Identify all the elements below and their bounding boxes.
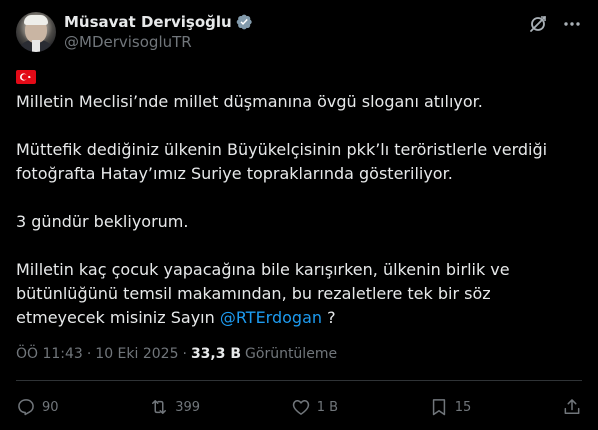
post-time[interactable]: ÖÖ 11:43 [16, 346, 83, 362]
share-button[interactable] [562, 397, 582, 417]
post-paragraph-tail: ? [322, 308, 336, 327]
author-handle[interactable]: @MDervisogluTR [64, 32, 253, 52]
name-row: Müsavat Dervişoğlu [64, 12, 253, 32]
more-icon[interactable] [562, 14, 582, 34]
views-label: Görüntüleme [245, 346, 338, 362]
avatar-collar [32, 40, 40, 52]
repost-icon [149, 397, 169, 417]
repost-count: 399 [175, 399, 201, 415]
verified-badge-icon[interactable] [235, 13, 253, 31]
top-actions [528, 12, 582, 34]
bookmark-count: 15 [454, 399, 472, 415]
post-meta: ÖÖ 11:43 · 10 Eki 2025 · 33,3 B Görüntül… [16, 344, 582, 364]
post-date[interactable]: 10 Eki 2025 [95, 346, 178, 362]
views-count: 33,3 B [190, 346, 242, 362]
mention-link[interactable]: @RTErdogan [220, 308, 322, 327]
turkey-flag-icon [16, 70, 36, 84]
bookmark-button[interactable]: 15 [429, 397, 472, 417]
avatar[interactable] [16, 12, 56, 52]
like-count: 1 B [316, 399, 339, 415]
share-icon [562, 397, 582, 417]
heart-icon [291, 397, 311, 417]
reply-count: 90 [42, 399, 59, 415]
display-name[interactable]: Müsavat Dervişoğlu [64, 12, 232, 32]
divider [16, 380, 582, 381]
post-paragraph: Müttefik dediğiniz ülkenin Büyükelçisini… [16, 140, 548, 183]
grok-icon[interactable] [528, 14, 548, 34]
reply-button[interactable]: 90 [16, 397, 59, 417]
action-bar: 90 399 1 B 15 [16, 392, 582, 422]
author-names: Müsavat Dervişoğlu @MDervisogluTR [64, 12, 253, 52]
meta-separator: · [182, 346, 187, 362]
post: Müsavat Dervişoğlu @MDervisogluTR Millet… [0, 0, 598, 430]
post-paragraph: Milletin Meclisi’nde millet düşmanına öv… [16, 92, 483, 111]
repost-button[interactable]: 399 [149, 397, 200, 417]
like-button[interactable]: 1 B [291, 397, 338, 417]
bookmark-icon [429, 397, 449, 417]
post-header: Müsavat Dervişoğlu @MDervisogluTR [16, 12, 582, 56]
meta-separator: · [86, 346, 92, 362]
reply-icon [16, 397, 36, 417]
post-paragraph: 3 gündür bekliyorum. [16, 212, 189, 231]
post-paragraph-last: Milletin kaç çocuk yapacağına bile karış… [16, 258, 582, 330]
post-text: Milletin Meclisi’nde millet düşmanına öv… [16, 90, 582, 330]
avatar-hair [24, 15, 48, 25]
